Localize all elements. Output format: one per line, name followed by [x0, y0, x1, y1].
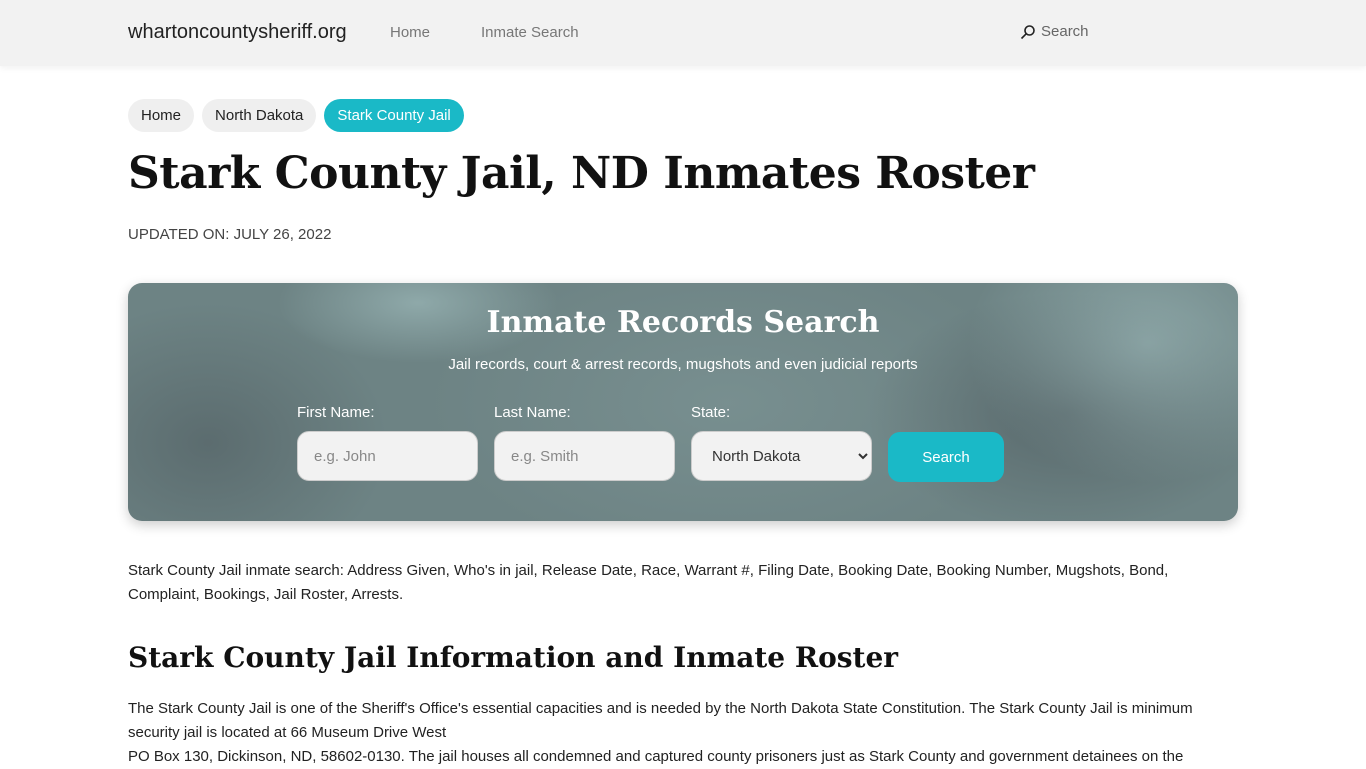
site-brand[interactable]: whartoncountysheriff.org [128, 21, 347, 44]
nav-search-label: Search [1041, 23, 1089, 40]
nav-inmate-search[interactable]: Inmate Search [481, 24, 579, 41]
state-select[interactable]: North Dakota [691, 431, 872, 481]
search-panel-title: Inmate Records Search [486, 305, 880, 340]
page-title: Stark County Jail, ND Inmates Roster [128, 148, 1035, 199]
state-field: State: North Dakota [691, 404, 872, 481]
search-button[interactable]: Search [888, 432, 1004, 482]
search-icon [1020, 24, 1035, 39]
last-name-input[interactable] [494, 431, 675, 481]
last-name-field: Last Name: [494, 404, 675, 481]
first-name-label: First Name: [297, 404, 375, 421]
section-paragraph-line1: The Stark County Jail is one of the Sher… [128, 700, 1193, 741]
search-panel-subtitle: Jail records, court & arrest records, mu… [448, 356, 918, 373]
updated-date: UPDATED ON: JULY 26, 2022 [128, 226, 332, 243]
first-name-field: First Name: [297, 404, 478, 481]
nav-search-button[interactable]: Search [1020, 23, 1089, 40]
intro-paragraph: Stark County Jail inmate search: Address… [128, 562, 1169, 603]
nav-home[interactable]: Home [390, 24, 430, 41]
first-name-input[interactable] [297, 431, 478, 481]
search-panel: Inmate Records Search Jail records, cour… [128, 283, 1238, 521]
navbar: whartoncountysheriff.org Home Inmate Sea… [0, 0, 1366, 66]
state-label: State: [691, 404, 731, 421]
breadcrumb: Home North Dakota Stark County Jail [128, 99, 464, 132]
breadcrumb-home[interactable]: Home [128, 99, 195, 132]
section-title: Stark County Jail Information and Inmate… [128, 641, 899, 674]
breadcrumb-state[interactable]: North Dakota [202, 99, 317, 132]
section-paragraph-line2: PO Box 130, Dickinson, ND, 58602-0130. T… [128, 748, 1184, 765]
section-paragraph: The Stark County Jail is one of the Sher… [128, 697, 1238, 769]
breadcrumb-current[interactable]: Stark County Jail [324, 99, 464, 132]
last-name-label: Last Name: [494, 404, 571, 421]
